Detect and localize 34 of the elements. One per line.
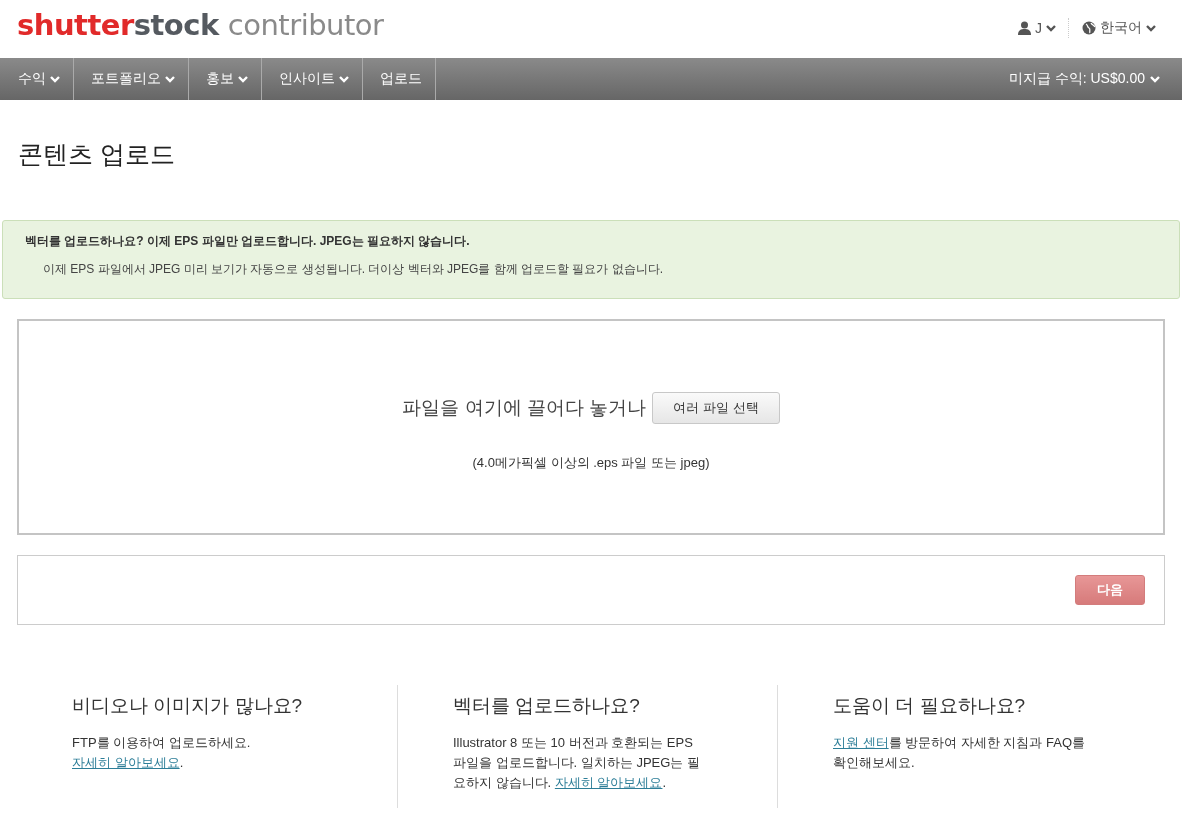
- notice-text: 이제 EPS 파일에서 JPEG 미리 보기가 자동으로 생성됩니다. 더이상 벡터와 JPEG를 함께 업로드할 필요가 없습니다.: [43, 261, 665, 278]
- globe-icon: [1082, 21, 1096, 35]
- logo-wordmark[interactable]: shutterstock contributor: [17, 8, 384, 42]
- notice-title: 벡터를 업로드하나요? 이제 EPS 파일만 업로드합니다. JPEG는 필요하지 않습니다.: [25, 233, 471, 250]
- help-title: 비디오나 이미지가 많나요?: [72, 694, 304, 718]
- chevron-down-icon: [165, 75, 175, 83]
- select-files-button[interactable]: 여러 파일 선택: [652, 392, 780, 424]
- chevron-down-icon: [1146, 24, 1156, 32]
- nav-menu-item[interactable]: 인사이트: [262, 58, 363, 100]
- chevron-down-icon: [50, 75, 60, 83]
- help-text: Illustrator 8 또는 10 버전과 호환되는 EPS 파일을 업로드합니다. 일치하는 JPEG는 필요하지 않습니다. 자세히 알아보세요.: [453, 734, 701, 792]
- language-menu[interactable]: 한국어: [1078, 19, 1160, 37]
- file-hint: (4.0메가픽셀 이상의 .eps 파일 또는 jpeg): [472, 454, 710, 472]
- help-text: FTP를 이용하여 업로드하세요. 자세히 알아보세요.: [72, 734, 252, 772]
- page-title: 콘텐츠 업로드: [18, 139, 176, 170]
- chevron-down-icon: [1046, 24, 1056, 32]
- drop-prompt: 파일을 여기에 끌어다 놓거나: [402, 396, 647, 420]
- nav-menu-item[interactable]: 수익: [0, 58, 74, 100]
- nav-menu-item[interactable]: 홍보: [189, 58, 262, 100]
- user-menu[interactable]: J: [1014, 20, 1060, 36]
- earnings-menu[interactable]: 미지급 수익: US$0.00: [1008, 58, 1182, 100]
- nav-menu-item[interactable]: 포트폴리오: [74, 58, 189, 100]
- help-text: 지원 센터 를 방문하여 자세한 지침과 FAQ를 확인해보세요.: [833, 734, 1087, 772]
- help-link[interactable]: 자세히 알아보세요: [554, 775, 663, 790]
- file-drop-zone[interactable]: 파일을 여기에 끌어다 놓거나 여러 파일 선택 (4.0메가픽셀 이상의 .eps 파일 또는 jpeg): [17, 319, 1165, 535]
- chevron-down-icon: [1150, 75, 1160, 83]
- help-title: 도움이 더 필요하나요?: [833, 694, 1027, 718]
- chevron-down-icon: [238, 75, 248, 83]
- help-title: 벡터를 업로드하나요?: [453, 694, 641, 718]
- help-link[interactable]: 자세히 알아보세요: [72, 755, 180, 770]
- person-icon: [1018, 21, 1031, 35]
- chevron-down-icon: [339, 75, 349, 83]
- nav-menu-item[interactable]: 업로드: [363, 58, 436, 100]
- help-link[interactable]: 지원 센터: [833, 735, 889, 750]
